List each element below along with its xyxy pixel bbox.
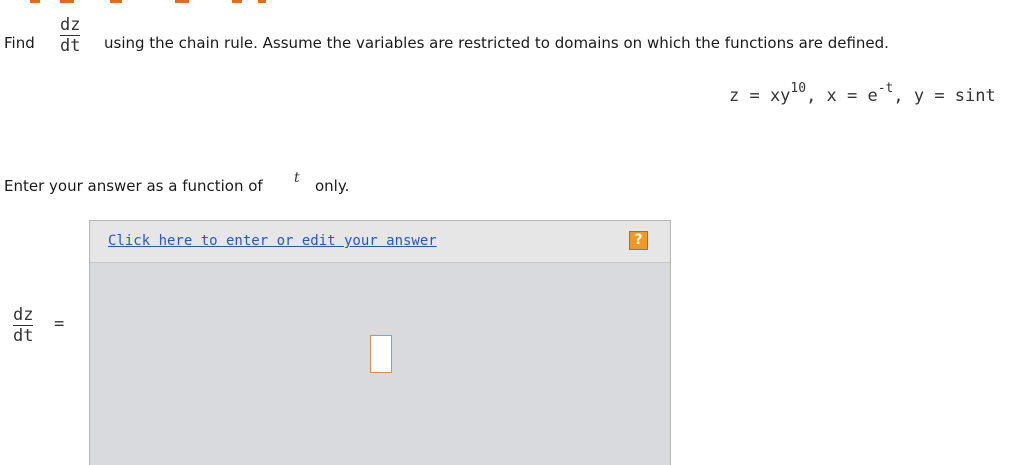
answer-input-cursor[interactable] (370, 335, 392, 373)
answer-editor-toolbar: Click here to enter or edit your answer … (90, 221, 670, 263)
y-definition: , y = sint (893, 86, 996, 106)
fraction-denominator: dt (60, 36, 81, 56)
z-exponent: 10 (790, 81, 807, 96)
answer-editor[interactable]: Click here to enter or edit your answer … (89, 220, 671, 465)
fraction-numerator: dz (60, 15, 81, 35)
instruction-variable: t (294, 170, 300, 186)
z-definition: z = xy (729, 86, 791, 106)
given-equations: z = xy10, x = e-t, y = sint (729, 81, 996, 106)
top-accent-line (0, 0, 1024, 3)
instruction-suffix: only. (315, 177, 350, 195)
question-derivative-fraction: dz dt (60, 15, 81, 56)
question-text: using the chain rule. Assume the variabl… (104, 34, 889, 52)
x-exponent: -t (877, 81, 894, 96)
x-definition: , x = e (806, 86, 878, 106)
lhs-denominator: dt (13, 326, 34, 346)
help-icon[interactable]: ? (629, 231, 648, 250)
instruction-text: Enter your answer as a function of (4, 177, 263, 195)
lhs-numerator: dz (13, 305, 34, 325)
answer-lhs-fraction: dz dt (13, 305, 34, 346)
edit-answer-link[interactable]: Click here to enter or edit your answer (108, 233, 437, 249)
find-label: Find (4, 34, 35, 52)
equals-sign: = (54, 314, 65, 334)
